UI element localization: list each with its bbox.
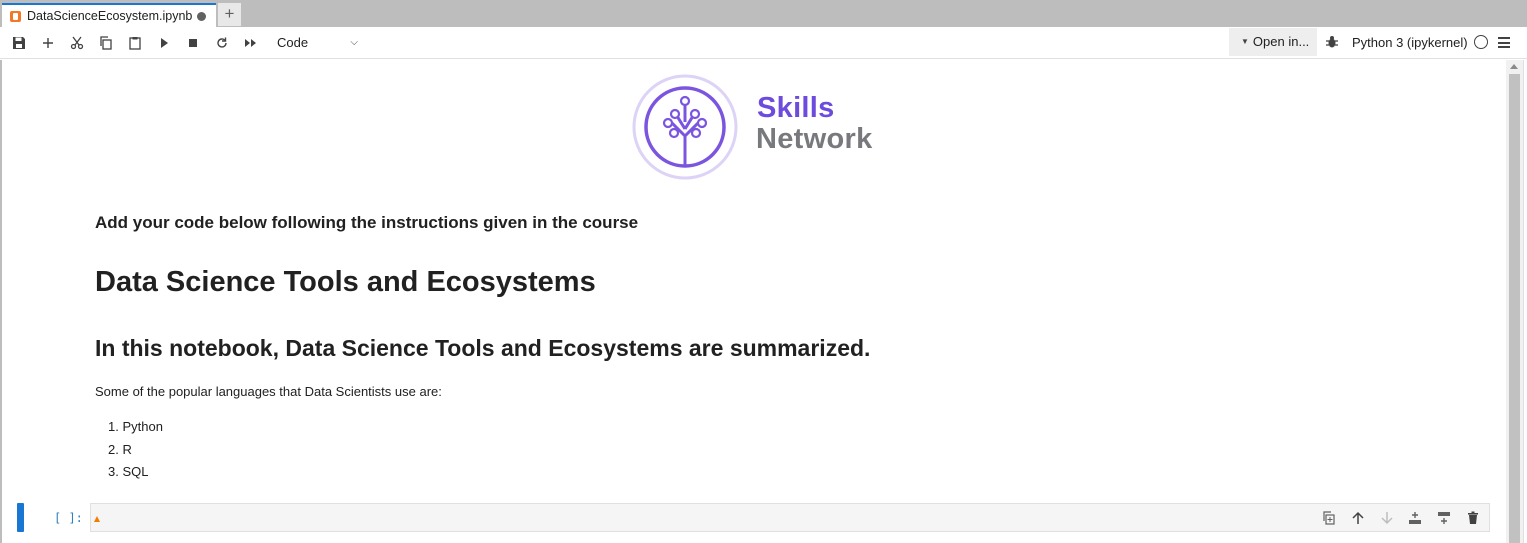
kernel-status-icon <box>1474 35 1488 49</box>
paste-button[interactable] <box>125 33 145 53</box>
scrollbar-thumb[interactable] <box>1509 74 1520 543</box>
open-in-label: Open in... <box>1252 34 1310 49</box>
caret-down-icon: ▼ <box>1241 37 1249 46</box>
menu-icon[interactable] <box>1498 37 1510 48</box>
cell-collapser[interactable] <box>17 503 24 532</box>
left-border <box>0 60 2 543</box>
notebook-icon <box>10 10 21 22</box>
run-all-icon <box>245 39 256 47</box>
tab-notebook[interactable]: DataScienceEcosystem.ipynb <box>2 3 216 27</box>
cut-button[interactable] <box>67 33 87 53</box>
markdown-heading-2: In this notebook, Data Science Tools and… <box>95 335 871 361</box>
kernel-name[interactable]: Python 3 (ipykernel) <box>1352 35 1468 50</box>
unsaved-dot-icon[interactable] <box>197 12 206 21</box>
copy-icon <box>100 36 112 50</box>
logo-text-skills: Skills <box>757 92 835 124</box>
debugger-bug-icon[interactable] <box>1325 35 1339 49</box>
code-cell-input[interactable] <box>90 503 1490 532</box>
duplicate-icon <box>1323 511 1335 525</box>
restart-icon <box>217 37 227 48</box>
add-cell-button[interactable] <box>38 33 58 53</box>
logo-text-network: Network <box>756 123 873 155</box>
tab-bar: DataScienceEcosystem.ipynb + <box>0 0 1527 27</box>
chevron-down-icon: ⌵ <box>350 37 358 48</box>
move-down-icon <box>1381 512 1393 525</box>
delete-cell-button[interactable] <box>1464 509 1482 527</box>
save-button[interactable] <box>9 33 29 53</box>
stop-icon <box>189 39 197 47</box>
cell-type-value: Code <box>277 35 309 50</box>
scroll-up-arrow-icon[interactable] <box>1510 64 1518 69</box>
restart-button[interactable] <box>212 33 232 53</box>
cut-icon <box>70 36 84 50</box>
new-tab-button[interactable]: + <box>218 3 241 26</box>
stop-button[interactable] <box>183 33 203 53</box>
right-border <box>1523 60 1527 543</box>
list-item: 3. SQL <box>108 464 149 479</box>
notebook-toolbar: Code ⌵ ▼ Open in... Python 3 (ipykernel) <box>0 27 1527 59</box>
insert-below-icon <box>1438 512 1450 524</box>
skills-network-logo-icon <box>632 74 738 180</box>
markdown-heading-1: Data Science Tools and Ecosystems <box>95 266 596 298</box>
move-up-button[interactable] <box>1349 509 1367 527</box>
execution-prompt: [ ]: <box>54 511 83 525</box>
open-in-button[interactable]: ▼ Open in... <box>1229 28 1317 56</box>
insert-above-icon <box>1409 512 1421 524</box>
insert-above-button[interactable] <box>1406 509 1424 527</box>
delete-icon <box>1468 511 1478 524</box>
tab-label: DataScienceEcosystem.ipynb <box>27 9 193 23</box>
run-all-button[interactable] <box>241 33 261 53</box>
markdown-paragraph: Some of the popular languages that Data … <box>95 384 442 399</box>
save-icon <box>13 37 25 49</box>
run-icon <box>161 38 168 48</box>
copy-button[interactable] <box>96 33 116 53</box>
add-cell-icon <box>43 38 53 48</box>
markdown-instructions: Add your code below following the instru… <box>95 213 639 232</box>
list-item: 2. R <box>108 441 132 457</box>
cell-type-select[interactable]: Code ⌵ <box>272 33 364 53</box>
insert-below-button[interactable] <box>1435 509 1453 527</box>
move-up-icon <box>1352 511 1364 524</box>
warning-icon <box>94 516 100 522</box>
languages-list: 1. Python 2. R 3. SQL <box>108 419 163 487</box>
move-down-button[interactable] <box>1378 509 1396 527</box>
duplicate-cell-button[interactable] <box>1320 509 1338 527</box>
list-item: 1. Python <box>108 419 163 434</box>
paste-icon <box>129 37 141 50</box>
run-button[interactable] <box>154 33 174 53</box>
